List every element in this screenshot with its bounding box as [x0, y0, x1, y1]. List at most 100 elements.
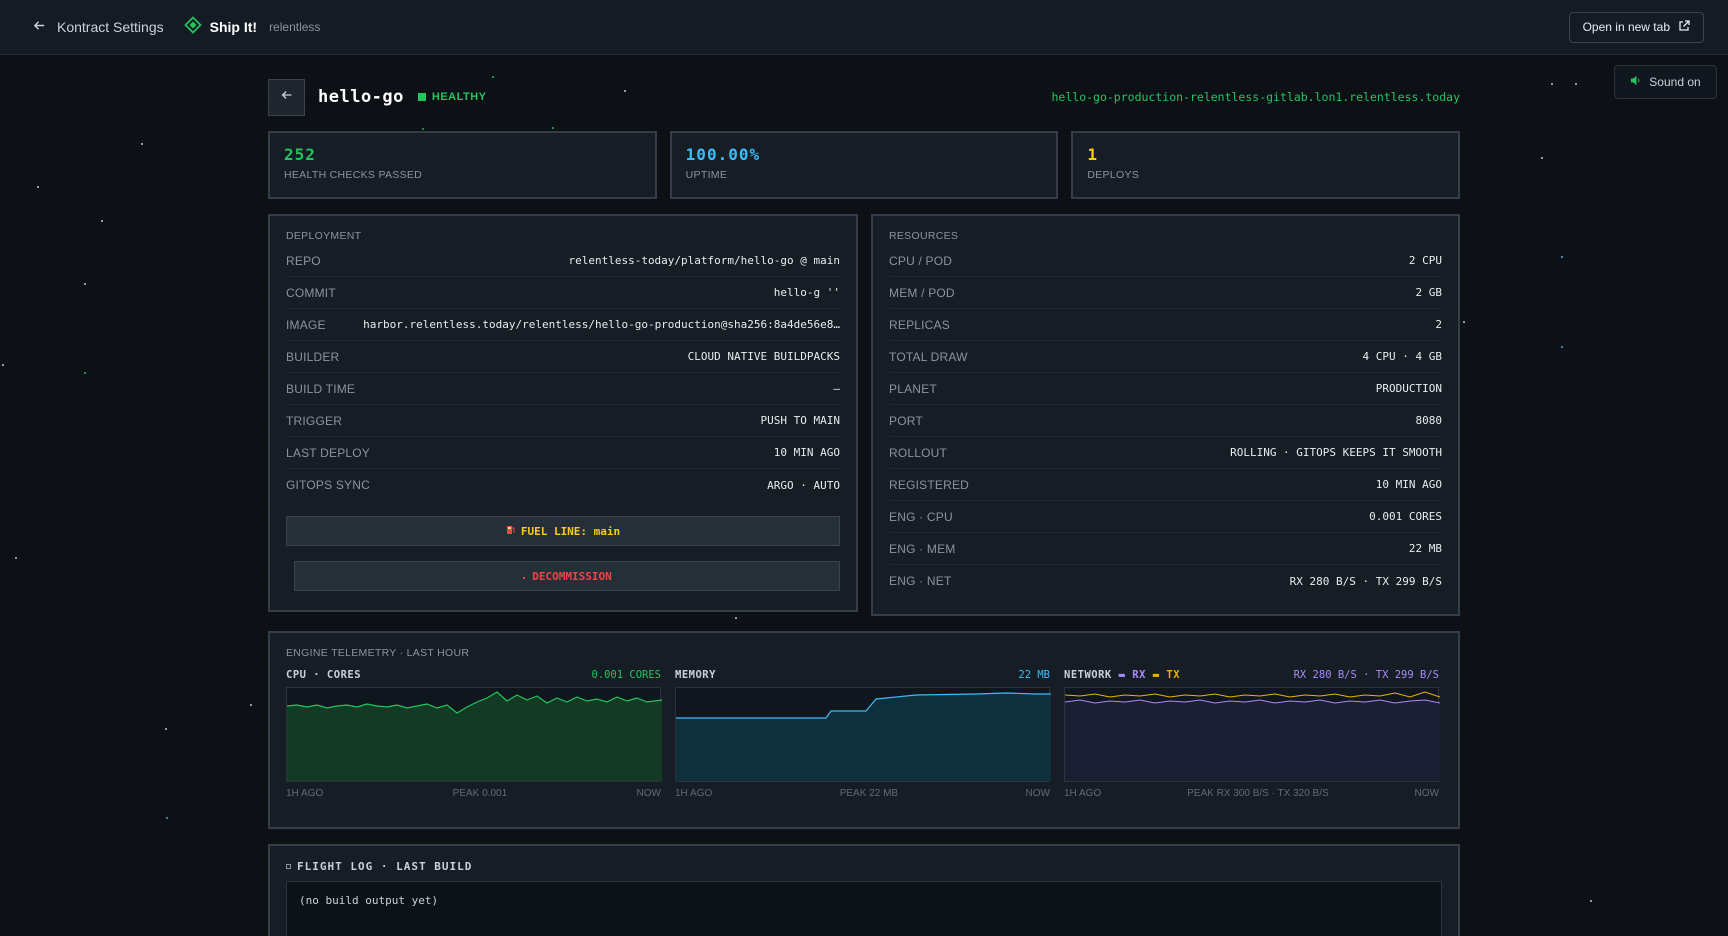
stat-label: DEPLOYS	[1087, 169, 1140, 181]
top-bar: Kontract Settings Ship It! relentless Op…	[0, 0, 1728, 55]
kv-row: CPU / POD 2 CPU	[889, 245, 1442, 277]
memory-area	[676, 693, 1051, 781]
sound-toggle-button[interactable]: Sound on	[1614, 65, 1717, 99]
kv-value: ROLLING · GITOPS KEEPS IT SMOOTH	[1230, 446, 1442, 459]
health-badge: HEALTHY	[417, 91, 487, 103]
kv-row: PLANET PRODUCTION	[889, 373, 1442, 405]
sound-label: Sound on	[1649, 75, 1701, 89]
main-content: hello-go HEALTHY hello-go-production-rel…	[268, 78, 1461, 936]
cpu-chart: CPU · CORES 0.001 CORES 1H AGO PEAK 0.00…	[286, 669, 662, 799]
kv-row: ENG · CPU 0.001 CORES	[889, 501, 1442, 533]
star	[15, 557, 17, 559]
kv-key: REPO	[286, 253, 321, 268]
star	[1561, 256, 1563, 258]
stat-deploys: 1 DEPLOYS	[1071, 131, 1461, 199]
kv-value: relentless-today/platform/hello-go @ mai…	[568, 254, 840, 267]
kv-key: ENG · MEM	[889, 541, 956, 556]
brand-org: relentless	[269, 20, 321, 34]
kv-row: BUILDER CLOUD NATIVE BUILDPACKS	[286, 341, 840, 373]
chart-current-value: 22 MB	[1018, 669, 1050, 681]
kv-value: hello-g ''	[773, 286, 840, 299]
back-button[interactable]	[268, 78, 305, 116]
deployment-panel: DEPLOYMENT REPO relentless-today/platform…	[268, 214, 858, 612]
stat-label: UPTIME	[685, 169, 728, 181]
fuel-line-label: FUEL LINE: main	[520, 524, 621, 538]
kv-row: MEM / POD 2 GB	[889, 277, 1442, 309]
star	[166, 817, 168, 819]
legend-rx: ▬ RX	[1118, 669, 1146, 681]
kv-row: TRIGGER PUSH TO MAIN	[286, 405, 840, 437]
chart-start-label: 1H AGO	[675, 788, 713, 799]
back-to-settings-link[interactable]: Kontract Settings	[32, 18, 164, 36]
app-hostname-link[interactable]: hello-go-production-relentless-gitlab.lo…	[1052, 90, 1461, 104]
network-chart: NETWORK ▬ RX ▬ TX RX 280 B/S · TX 299 B/…	[1064, 669, 1440, 799]
kv-key: LAST DEPLOY	[286, 445, 371, 460]
chart-peak-label: PEAK 22 MB	[839, 788, 899, 799]
star	[1551, 83, 1553, 85]
panel-title: DEPLOYMENT	[286, 230, 362, 242]
app-title: hello-go	[318, 87, 404, 107]
chart-header: CPU · CORES 0.001 CORES	[286, 669, 661, 681]
open-tab-label: Open in new tab	[1582, 20, 1670, 34]
kv-key: ENG · CPU	[889, 509, 953, 524]
chart-footer: 1H AGO PEAK 22 MB NOW	[675, 788, 1050, 799]
star	[2, 364, 4, 366]
star	[141, 143, 143, 145]
star	[101, 220, 103, 222]
chart-peak-label: PEAK 0.001	[452, 788, 508, 799]
decommission-button[interactable]: DECOMMISSION	[294, 561, 840, 591]
warning-dot-icon	[522, 570, 526, 583]
kv-key: COMMIT	[286, 285, 336, 300]
star	[84, 372, 86, 374]
health-dot-icon	[417, 93, 426, 101]
chart-name: MEMORY	[675, 669, 716, 681]
kv-row: COMMIT hello-g ''	[286, 277, 840, 309]
cpu-sparkline	[287, 691, 662, 781]
star	[1590, 900, 1592, 902]
app-header: hello-go HEALTHY hello-go-production-rel…	[268, 78, 1461, 116]
brand: Ship It! relentless	[183, 15, 321, 39]
resources-list: CPU / POD 2 CPU MEM / POD 2 GB REPLICAS 2 T…	[889, 245, 1442, 597]
kv-row: BUILD TIME —	[286, 373, 840, 405]
back-link-label: Kontract Settings	[57, 19, 164, 35]
chart-name: NETWORK ▬ RX ▬ TX	[1064, 669, 1180, 681]
kv-key: PLANET	[889, 381, 937, 396]
memory-chart: MEMORY 22 MB 1H AGO PEAK 22 MB NOW	[675, 669, 1051, 799]
kv-value: 2	[1435, 318, 1442, 331]
kv-value: 2 GB	[1415, 286, 1443, 299]
kv-key: PORT	[889, 413, 923, 428]
chart-end-label: NOW	[1025, 788, 1050, 799]
panel-title: ENGINE TELEMETRY · LAST HOUR	[286, 647, 470, 659]
chart-start-label: 1H AGO	[1064, 788, 1102, 799]
open-in-new-tab-button[interactable]: Open in new tab	[1568, 11, 1704, 43]
star	[492, 76, 494, 78]
stat-value: 252	[284, 145, 316, 164]
kv-row: REPO relentless-today/platform/hello-go @…	[286, 245, 840, 277]
kv-key: BUILDER	[286, 349, 340, 364]
decommission-label: DECOMMISSION	[532, 569, 612, 583]
kv-value: 10 MIN AGO	[1375, 478, 1442, 491]
deployment-list: REPO relentless-today/platform/hello-go @…	[286, 245, 840, 501]
kv-value: CLOUD NATIVE BUILDPACKS	[687, 350, 840, 363]
star	[37, 186, 39, 188]
chart-current-value: RX 280 B/S · TX 299 B/S	[1293, 669, 1439, 681]
kv-value: 22 MB	[1408, 542, 1442, 555]
fuel-line-button[interactable]: FUEL LINE: main	[286, 516, 840, 546]
kv-key: GITOPS SYNC	[286, 478, 370, 492]
kv-value: 0.001 CORES	[1369, 510, 1442, 523]
flight-log-panel: FLIGHT LOG · LAST BUILD (no build output…	[268, 844, 1460, 936]
kv-key: ENG · NET	[889, 574, 952, 588]
kv-row: LAST DEPLOY 10 MIN AGO	[286, 437, 840, 469]
kv-key: MEM / POD	[889, 285, 955, 300]
kv-key: IMAGE	[286, 317, 326, 332]
kv-value: harbor.relentless.today/relentless/hello…	[363, 318, 840, 331]
kv-row: ENG · NET RX 280 B/S · TX 299 B/S	[889, 565, 1442, 597]
chart-header: NETWORK ▬ RX ▬ TX RX 280 B/S · TX 299 B/…	[1064, 669, 1439, 681]
kv-row: TOTAL DRAW 4 CPU · 4 GB	[889, 341, 1442, 373]
kv-key: TOTAL DRAW	[889, 349, 968, 364]
star	[84, 283, 86, 285]
ship-diamond-icon	[183, 15, 202, 39]
build-log-output[interactable]: (no build output yet)	[286, 881, 1442, 936]
star	[1561, 346, 1563, 348]
memory-sparkline	[676, 692, 1051, 781]
